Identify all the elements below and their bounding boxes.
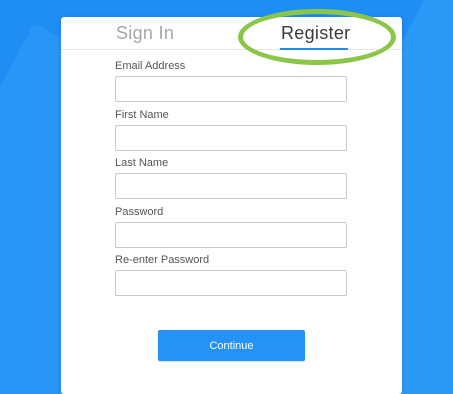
tab-register[interactable]: Register [281, 23, 350, 44]
last-name-label: Last Name [115, 157, 169, 169]
confirm-password-label: Re-enter Password [115, 254, 210, 266]
confirm-password-input[interactable] [115, 270, 347, 296]
email-input[interactable] [115, 76, 347, 102]
confirm-password-field-group: Re-enter Password [115, 254, 347, 296]
first-name-label: First Name [115, 109, 169, 121]
password-input[interactable] [115, 222, 347, 248]
password-label: Password [115, 206, 164, 218]
email-field-group: Email Address [115, 60, 347, 102]
continue-button[interactable]: Continue [158, 330, 305, 361]
active-tab-indicator [280, 48, 348, 50]
last-name-field-group: Last Name [115, 157, 347, 199]
tab-sign-in[interactable]: Sign In [116, 23, 174, 44]
first-name-input[interactable] [115, 125, 347, 151]
email-label: Email Address [115, 60, 186, 72]
password-field-group: Password [115, 206, 347, 248]
last-name-input[interactable] [115, 173, 347, 199]
first-name-field-group: First Name [115, 109, 347, 151]
auth-card: Sign In Register Email Address First Nam… [61, 17, 402, 394]
auth-tabs: Sign In Register [61, 17, 402, 50]
